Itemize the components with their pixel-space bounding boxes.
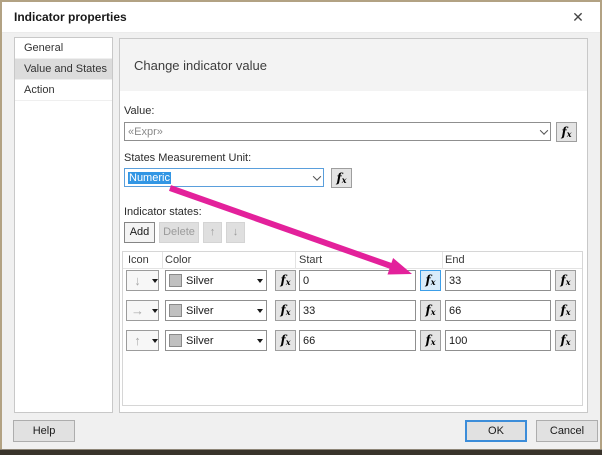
window-border bbox=[0, 449, 602, 455]
add-button[interactable]: Add bbox=[124, 222, 155, 243]
dropdown-caret-icon[interactable] bbox=[152, 278, 158, 283]
heading-band: Change indicator value bbox=[120, 39, 587, 91]
indicator-up-arrow-icon: ↑ bbox=[134, 333, 141, 348]
icon-dropdown-button[interactable]: ↑ bbox=[126, 330, 159, 351]
fx-icon: f bbox=[561, 125, 567, 139]
chevron-down-icon bbox=[539, 125, 549, 135]
sidebar-item-value-and-states[interactable]: Value and States bbox=[15, 59, 112, 80]
header-divider bbox=[442, 252, 443, 268]
start-fx-button[interactable]: fx bbox=[420, 330, 441, 351]
sidebar-item-general[interactable]: General bbox=[15, 38, 112, 59]
fx-icon: f bbox=[425, 303, 431, 317]
color-swatch bbox=[169, 304, 182, 317]
window-border bbox=[0, 0, 2, 455]
indicator-states-table: Icon Color Start End ↓ Silver fx 0 fx 33… bbox=[122, 251, 583, 406]
end-fx-button[interactable]: fx bbox=[555, 270, 576, 291]
unit-label: States Measurement Unit: bbox=[124, 152, 252, 164]
icon-dropdown-button[interactable]: → bbox=[126, 300, 159, 321]
dropdown-caret-icon[interactable] bbox=[152, 308, 158, 313]
color-name: Silver bbox=[186, 334, 214, 347]
color-name: Silver bbox=[186, 274, 214, 287]
fx-icon: f bbox=[336, 171, 342, 185]
indicator-properties-dialog: Indicator properties ✕ General Value and… bbox=[0, 0, 602, 455]
main-panel: Change indicator value Value: «Expr» fx … bbox=[119, 38, 588, 413]
color-fx-button[interactable]: fx bbox=[275, 270, 296, 291]
page-title: Change indicator value bbox=[134, 58, 267, 73]
value-combobox-text: «Expr» bbox=[128, 125, 163, 138]
color-fx-button[interactable]: fx bbox=[275, 330, 296, 351]
fx-icon: f bbox=[280, 303, 286, 317]
up-arrow-icon: ↑ bbox=[209, 226, 216, 238]
color-swatch bbox=[169, 274, 182, 287]
column-header-start: Start bbox=[299, 254, 323, 266]
dropdown-caret-icon bbox=[257, 338, 263, 343]
color-dropdown[interactable]: Silver bbox=[165, 300, 267, 321]
header-divider bbox=[295, 252, 296, 268]
icon-dropdown-button[interactable]: ↓ bbox=[126, 270, 159, 291]
value-fx-button[interactable]: fx bbox=[556, 122, 577, 142]
indicator-down-arrow-icon: ↓ bbox=[134, 273, 141, 288]
help-button[interactable]: Help bbox=[13, 420, 75, 442]
sidebar-item-action[interactable]: Action bbox=[15, 80, 112, 101]
value-label: Value: bbox=[124, 105, 155, 117]
window-border bbox=[0, 0, 602, 2]
dropdown-caret-icon[interactable] bbox=[152, 338, 158, 343]
down-arrow-icon: ↓ bbox=[232, 226, 239, 238]
start-value-input[interactable] bbox=[299, 300, 416, 321]
ok-button[interactable]: OK bbox=[465, 420, 527, 442]
title-bar: Indicator properties ✕ bbox=[2, 2, 600, 33]
header-divider bbox=[123, 268, 582, 269]
start-fx-button-highlighted[interactable]: fx bbox=[420, 270, 441, 291]
end-value-input[interactable] bbox=[445, 300, 551, 321]
end-value-input[interactable] bbox=[445, 270, 551, 291]
column-header-color: Color bbox=[165, 254, 192, 266]
table-row: ↑ Silver fx fx fx bbox=[123, 330, 582, 351]
sidebar: General Value and States Action bbox=[14, 37, 113, 413]
start-fx-button[interactable]: fx bbox=[420, 300, 441, 321]
move-down-button[interactable]: ↓ bbox=[226, 222, 245, 243]
indicator-right-arrow-icon: → bbox=[131, 303, 144, 318]
end-fx-button[interactable]: fx bbox=[555, 330, 576, 351]
dropdown-caret-icon bbox=[257, 308, 263, 313]
start-value-input[interactable] bbox=[299, 330, 416, 351]
color-name: Silver bbox=[186, 304, 214, 317]
color-swatch bbox=[169, 334, 182, 347]
color-dropdown[interactable]: Silver bbox=[165, 270, 267, 291]
header-divider bbox=[162, 252, 163, 268]
unit-combobox[interactable]: Numeric bbox=[124, 168, 324, 187]
fx-icon: f bbox=[425, 333, 431, 347]
fx-icon: f bbox=[560, 273, 566, 287]
dialog-title: Indicator properties bbox=[14, 10, 127, 24]
dropdown-caret-icon bbox=[257, 278, 263, 283]
fx-icon: f bbox=[560, 333, 566, 347]
unit-combobox-text: Numeric bbox=[128, 171, 171, 184]
delete-button[interactable]: Delete bbox=[159, 222, 199, 243]
column-header-icon: Icon bbox=[128, 254, 149, 266]
color-dropdown[interactable]: Silver bbox=[165, 330, 267, 351]
close-icon[interactable]: ✕ bbox=[568, 7, 588, 27]
fx-icon: f bbox=[280, 333, 286, 347]
chevron-down-icon bbox=[312, 171, 322, 181]
fx-icon: f bbox=[560, 303, 566, 317]
value-combobox[interactable]: «Expr» bbox=[124, 122, 551, 141]
indicator-states-label: Indicator states: bbox=[124, 206, 202, 218]
table-row: → Silver fx fx fx bbox=[123, 300, 582, 321]
unit-fx-button[interactable]: fx bbox=[331, 168, 352, 188]
end-value-input[interactable] bbox=[445, 330, 551, 351]
cancel-button[interactable]: Cancel bbox=[536, 420, 598, 442]
move-up-button[interactable]: ↑ bbox=[203, 222, 222, 243]
color-fx-button[interactable]: fx bbox=[275, 300, 296, 321]
fx-icon: f bbox=[280, 273, 286, 287]
column-header-end: End bbox=[445, 254, 465, 266]
fx-icon: f bbox=[425, 273, 431, 287]
end-fx-button[interactable]: fx bbox=[555, 300, 576, 321]
start-value-input[interactable] bbox=[299, 270, 416, 291]
table-row: ↓ Silver fx fx fx bbox=[123, 270, 582, 291]
